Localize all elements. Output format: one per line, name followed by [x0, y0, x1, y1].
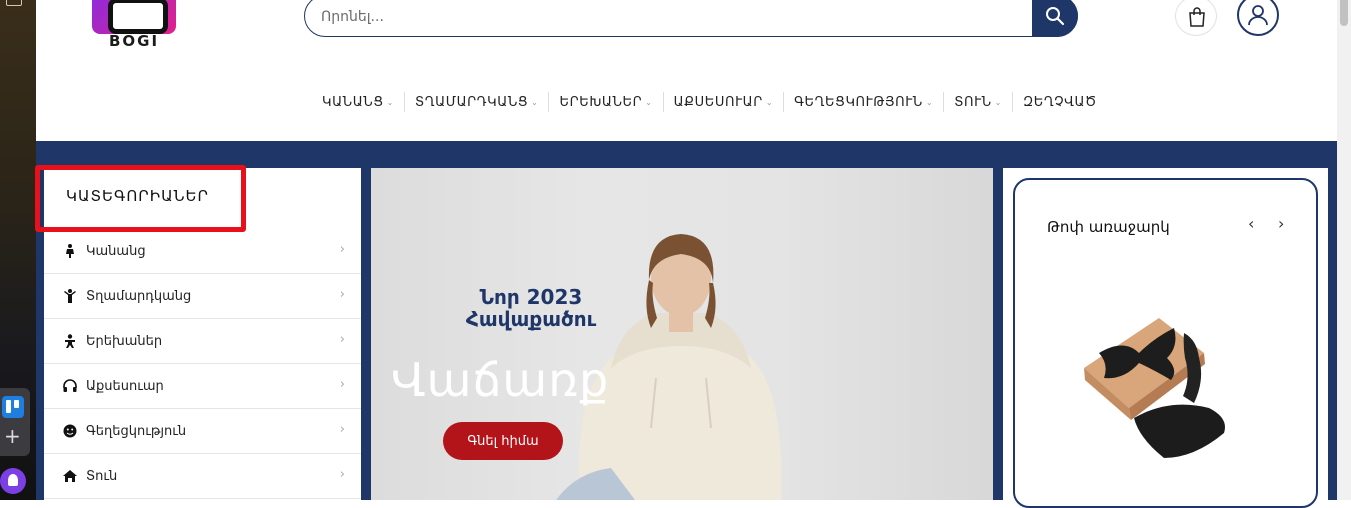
nav-item-label: Տուն	[954, 94, 992, 110]
user-icon	[1248, 5, 1268, 26]
search-button[interactable]	[1032, 0, 1078, 37]
nav-item-men[interactable]: Տղամարդկանց ⌄	[405, 92, 550, 112]
top-offer-panel: Թոփ առաջարկ ‹ ›	[1003, 168, 1328, 508]
nav-item-home[interactable]: Տուն ⌄	[944, 92, 1014, 112]
chevron-right-icon: ›	[339, 422, 345, 437]
search-input[interactable]	[321, 6, 1001, 28]
category-label: Գեղեցկություն	[86, 423, 187, 439]
add-icon[interactable]: +	[4, 426, 21, 446]
category-label: Կանանց	[86, 243, 146, 259]
chevron-down-icon: ⌄	[531, 97, 539, 107]
category-item-kids[interactable]: Երեխաներ ›	[44, 319, 361, 364]
app-launcher-icon[interactable]	[0, 468, 26, 494]
cart-count: 0	[1212, 0, 1218, 3]
hero-subtitle: Նոր 2023 Հավաքածու	[465, 285, 597, 331]
nav-item-label: Երեխաներ	[559, 94, 643, 110]
category-label: Երեխաներ	[86, 333, 163, 349]
nav-item-label: Զեղչված	[1023, 94, 1097, 110]
child-icon	[62, 333, 78, 349]
product-image[interactable]	[1079, 308, 1249, 472]
nav-item-label: Տղամարդկանց	[414, 94, 529, 110]
category-item-women[interactable]: Կանանց ›	[44, 229, 361, 274]
nav-item-accessories[interactable]: Աքսեսուար ⌄	[664, 92, 785, 112]
nav-item-kids[interactable]: Երեխաներ ⌄	[549, 92, 664, 112]
top-offer-card: Թոփ առաջարկ ‹ ›	[1013, 178, 1318, 508]
nav-item-women[interactable]: Կանանց ⌄	[312, 92, 405, 112]
face-icon	[62, 423, 78, 439]
web-page: BOGI 0 Կանանց⌄ Տղամարդկանց⌄ Երեխաներ⌄ Աք…	[36, 0, 1337, 508]
chevron-right-icon: ›	[339, 467, 345, 482]
hero-banner[interactable]: Նոր 2023 Հավաքածու Վաճառք Գնել հիմա	[371, 168, 993, 500]
chevron-right-icon: ›	[339, 332, 345, 347]
nav-item-sale[interactable]: Զեղչված	[1013, 92, 1107, 112]
category-item-men[interactable]: Տղամարդկանց ›	[44, 274, 361, 319]
category-label: Տուն	[86, 468, 118, 484]
cart-button[interactable]: 0	[1175, 0, 1218, 36]
shopping-bag-icon	[1189, 7, 1205, 27]
chevron-right-icon: ›	[339, 287, 345, 302]
chevron-down-icon: ⌄	[765, 97, 774, 107]
logo-mark	[92, 0, 176, 34]
male-icon	[62, 288, 78, 304]
chevron-down-icon: ⌄	[994, 97, 1003, 107]
trello-icon[interactable]	[2, 396, 24, 418]
scrollbar-thumb[interactable]	[1340, 0, 1348, 26]
category-item-home[interactable]: Տուն ›	[44, 454, 361, 499]
category-item-accessories[interactable]: Աքսեսուար ›	[44, 364, 361, 409]
chevron-left-icon[interactable]: ‹	[1248, 214, 1254, 233]
top-offer-title: Թոփ առաջարկ	[1047, 218, 1170, 236]
home-icon	[62, 468, 78, 484]
page-scrollbar[interactable]	[1337, 0, 1351, 500]
site-logo[interactable]: BOGI	[92, 0, 176, 60]
main-nav: Կանանց ⌄ Տղամարդկանց ⌄ Երեխաներ ⌄ Աքսեսուար…	[312, 92, 1107, 112]
shop-now-button[interactable]: Գնել հիմա	[443, 422, 563, 460]
nav-item-beauty[interactable]: Գեղեցկություն ⌄	[784, 92, 945, 112]
search-bar	[304, 0, 1078, 37]
chevron-right-icon: ›	[339, 377, 345, 392]
category-label: Աքսեսուար	[86, 378, 164, 394]
category-label: Տղամարդկանց	[86, 288, 192, 304]
female-icon	[62, 243, 78, 259]
hero-headline: Վաճառք	[391, 353, 610, 407]
annotation-highlight-box	[35, 165, 246, 232]
chevron-down-icon: ⌄	[386, 97, 394, 107]
category-item-beauty[interactable]: Գեղեցկություն ›	[44, 409, 361, 454]
chevron-right-icon: ›	[339, 242, 345, 257]
nav-item-label: Գեղեցկություն	[794, 94, 923, 110]
chevron-down-icon: ⌄	[645, 97, 653, 107]
chevron-right-icon[interactable]: ›	[1278, 214, 1284, 233]
os-dock: +	[0, 388, 30, 456]
nav-item-label: Կանանց	[322, 94, 384, 110]
categories-list: Կանանց › Տղամարդկանց › Երեխաներ › Աքսեսո…	[44, 229, 361, 499]
account-button[interactable]	[1237, 0, 1279, 36]
logo-wordmark: BOGI	[108, 32, 160, 50]
camera-icon[interactable]	[6, 0, 22, 6]
search-icon	[1046, 6, 1065, 25]
chevron-down-icon: ⌄	[925, 97, 934, 107]
nav-item-label: Աքսեսուար	[673, 94, 763, 110]
headphones-icon	[62, 378, 78, 394]
